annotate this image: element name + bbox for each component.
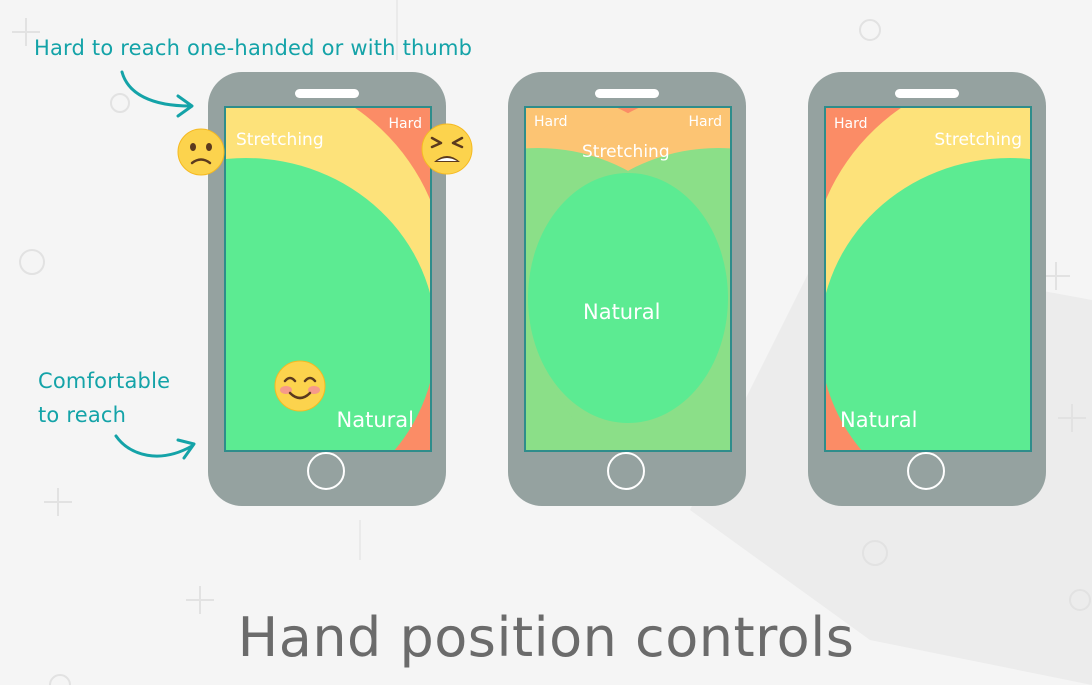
zone-label-hard-right: Hard [688, 114, 722, 130]
zone-label-natural: Natural [336, 408, 414, 432]
thumb-zone-screen: Hard Stretching Natural [224, 106, 432, 452]
zone-label-hard-left: Hard [534, 114, 568, 130]
tired-face-icon [421, 123, 473, 175]
home-button [607, 452, 645, 490]
home-button [907, 452, 945, 490]
curved-arrow-icon [120, 70, 194, 118]
phone-speaker [295, 89, 359, 98]
thumb-zone-screen: Hard Stretching Natural [824, 106, 1032, 452]
smiling-face-icon [274, 360, 326, 412]
zone-label-hard: Hard [834, 116, 868, 132]
annotation-comfortable-line1: Comfortable [38, 369, 171, 393]
phone-right-hand: Hard Stretching Natural [208, 72, 446, 506]
zone-label-stretching: Stretching [582, 142, 670, 162]
slightly-frowning-face-icon [177, 128, 225, 176]
thumb-zone-map [826, 108, 1030, 450]
phone-both-hands: Hard Hard Stretching Natural [508, 72, 746, 506]
zone-label-natural: Natural [840, 408, 918, 432]
thumb-zone-screen: Hard Hard Stretching Natural [524, 106, 732, 452]
page-title: Hand position controls [237, 606, 855, 669]
annotation-comfortable-line2: to reach [38, 403, 127, 427]
thumb-zone-map [226, 108, 430, 450]
annotation-hard-to-reach: Hard to reach one-handed or with thumb [34, 36, 473, 60]
zone-label-hard: Hard [388, 116, 422, 132]
zone-label-natural: Natural [583, 300, 661, 324]
phone-speaker [895, 89, 959, 98]
zone-label-stretching: Stretching [934, 130, 1022, 150]
phone-left-hand: Hard Stretching Natural [808, 72, 1046, 506]
phone-speaker [595, 89, 659, 98]
home-button [307, 452, 345, 490]
curved-arrow-icon [114, 434, 196, 460]
zone-label-stretching: Stretching [236, 130, 324, 150]
